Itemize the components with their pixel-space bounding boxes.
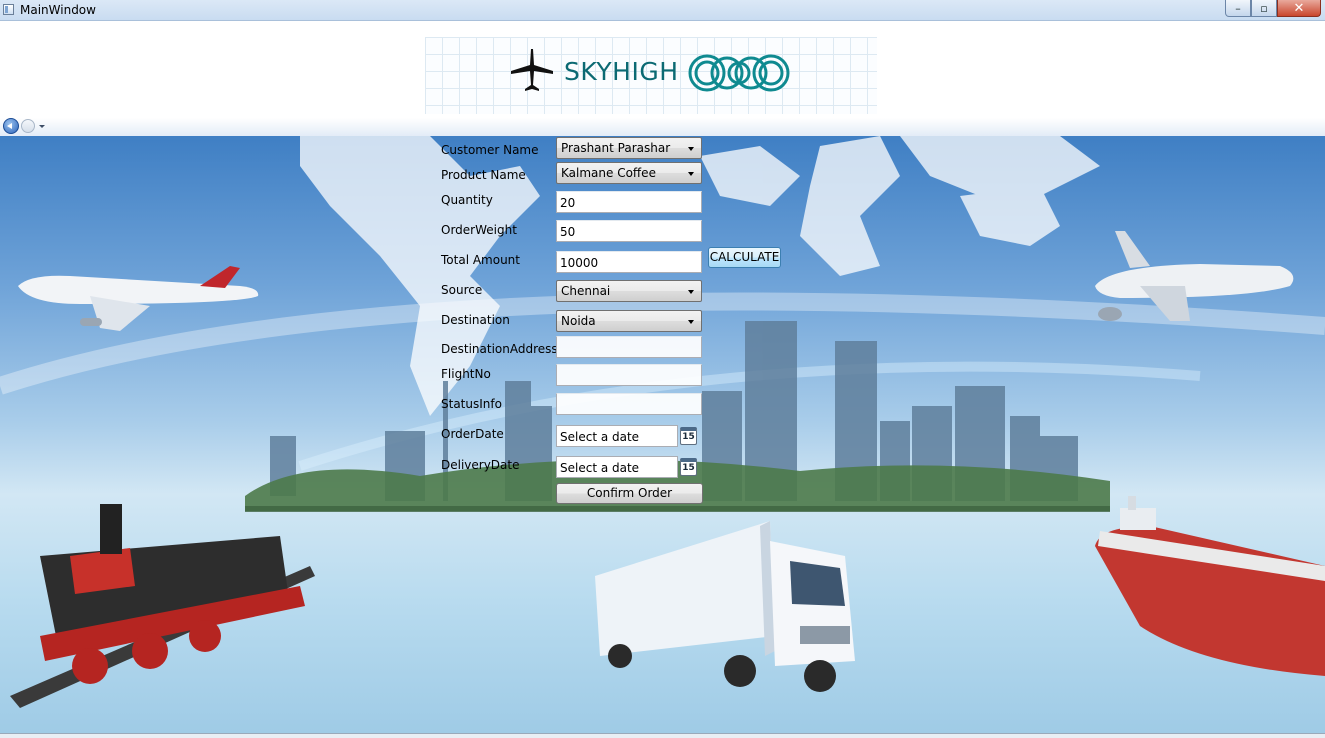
brand-name: SKYHIGH xyxy=(564,57,679,86)
destination-value: Noida xyxy=(561,314,596,328)
customer-name-combobox[interactable]: Prashant Parashar xyxy=(556,137,702,159)
flight-no-label: FlightNo xyxy=(441,367,491,381)
header-banner: SKYHIGH xyxy=(0,21,1325,118)
window-app-icon xyxy=(3,4,14,15)
order-date-picker[interactable]: Select a date 15 xyxy=(556,425,698,447)
total-amount-input[interactable]: 10000 xyxy=(556,251,702,273)
order-date-label: OrderDate xyxy=(441,427,504,441)
product-name-label: Product Name xyxy=(441,168,526,182)
dropdown-arrow-icon[interactable] xyxy=(688,172,694,176)
total-amount-label: Total Amount xyxy=(441,253,520,267)
forward-arrow-icon[interactable] xyxy=(21,119,35,133)
source-label: Source xyxy=(441,283,483,297)
steam-train xyxy=(10,504,315,708)
truck xyxy=(595,521,855,692)
dropdown-arrow-icon[interactable] xyxy=(688,290,694,294)
window-title-bar[interactable]: MainWindow – ▫ ✕ xyxy=(0,0,1325,21)
product-name-value: Kalmane Coffee xyxy=(561,166,656,180)
window-title: MainWindow xyxy=(20,3,96,17)
status-info-label: StatusInfo xyxy=(441,397,502,411)
product-name-combobox[interactable]: Kalmane Coffee xyxy=(556,162,702,184)
customer-name-label: Customer Name xyxy=(441,143,539,157)
status-info-input[interactable] xyxy=(556,393,702,415)
calendar-icon[interactable]: 15 xyxy=(680,458,697,476)
rings-logo-icon xyxy=(688,54,790,92)
confirm-order-button[interactable]: Confirm Order xyxy=(556,483,703,504)
quantity-label: Quantity xyxy=(441,193,493,207)
order-weight-input[interactable]: 50 xyxy=(556,220,702,242)
history-dropdown-icon[interactable] xyxy=(39,125,45,128)
calendar-icon[interactable]: 15 xyxy=(680,427,697,445)
delivery-date-label: DeliveryDate xyxy=(441,458,520,472)
source-value: Chennai xyxy=(561,284,611,298)
destination-address-label: DestinationAddress xyxy=(441,342,558,356)
delivery-date-input[interactable]: Select a date xyxy=(556,456,678,478)
cargo-ship xyxy=(1095,496,1325,676)
order-weight-label: OrderWeight xyxy=(441,223,517,237)
destination-combobox[interactable]: Noida xyxy=(556,310,702,332)
dropdown-arrow-icon[interactable] xyxy=(688,147,694,151)
order-date-input[interactable]: Select a date xyxy=(556,425,678,447)
maximize-button[interactable]: ▫ xyxy=(1251,0,1277,17)
quantity-input[interactable]: 20 xyxy=(556,191,702,213)
close-button[interactable]: ✕ xyxy=(1277,0,1321,17)
customer-name-value: Prashant Parashar xyxy=(561,141,671,155)
airplane-icon xyxy=(511,49,553,91)
left-airplane xyxy=(18,266,259,331)
destination-address-input[interactable] xyxy=(556,336,702,358)
window-bottom-edge xyxy=(0,733,1325,738)
delivery-date-picker[interactable]: Select a date 15 xyxy=(556,456,698,478)
dropdown-arrow-icon[interactable] xyxy=(688,320,694,324)
back-arrow-icon[interactable] xyxy=(3,118,19,134)
brand-logo: SKYHIGH xyxy=(425,37,877,114)
calculate-button[interactable]: CALCULATE xyxy=(708,247,781,268)
flight-no-input[interactable] xyxy=(556,364,702,386)
minimize-button[interactable]: – xyxy=(1225,0,1251,17)
navigation-bar xyxy=(0,118,1325,137)
destination-label: Destination xyxy=(441,313,510,327)
window-controls: – ▫ ✕ xyxy=(1225,0,1321,18)
source-combobox[interactable]: Chennai xyxy=(556,280,702,302)
